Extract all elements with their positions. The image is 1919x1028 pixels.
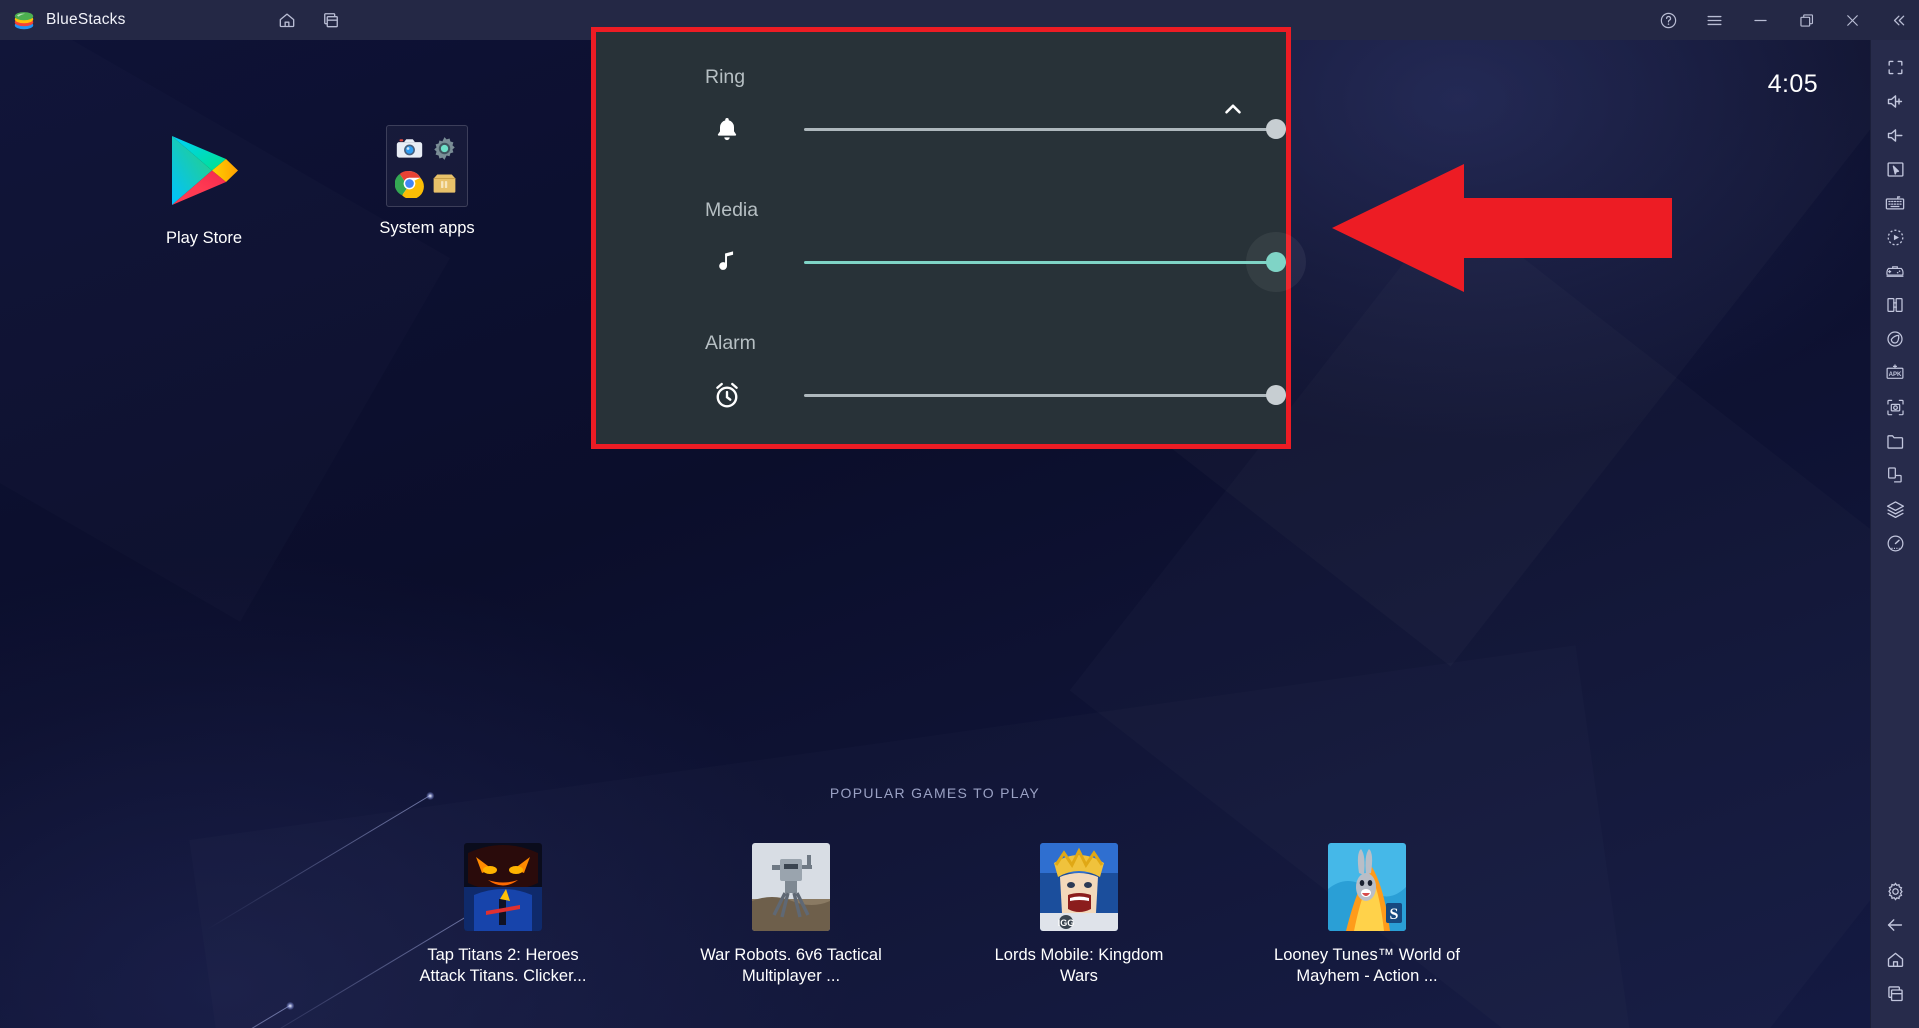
macro-recorder-icon[interactable] [1871,220,1919,254]
app-label: System apps [379,219,475,237]
volume-up-icon[interactable] [1871,84,1919,118]
play-store-icon [158,125,250,217]
game-title: Looney Tunes™ World of Mayhem - Action .… [1274,946,1460,985]
install-apk-icon[interactable]: APK [1871,356,1919,390]
volume-panel: Ring Media Alarm [596,32,1306,444]
svg-text:IGG: IGG [1058,918,1075,928]
fullscreen-icon[interactable] [1871,50,1919,84]
svg-text:S: S [1390,906,1399,923]
lords-mobile-art: IGG [1040,843,1118,931]
game-title: War Robots. 6v6 Tactical Multiplayer ... [700,946,882,985]
screenshot-icon[interactable] [1871,390,1919,424]
looney-tunes-art: S [1328,843,1406,931]
cursor-controls-icon[interactable] [1871,152,1919,186]
camera-icon [395,134,424,163]
rotate-screen-icon[interactable] [1871,458,1919,492]
popular-games-section: POPULAR GAMES TO PLAY Tap Titans 2: Hero… [0,785,1870,987]
gamepad-icon[interactable] [1871,254,1919,288]
volume-down-icon[interactable] [1871,118,1919,152]
slider-thumb[interactable] [1265,385,1286,405]
home-icon[interactable] [276,9,298,31]
volume-row-media [705,232,1306,292]
recent-apps-icon[interactable] [1871,976,1919,1010]
close-icon[interactable] [1841,9,1863,31]
eco-mode-icon[interactable] [1871,322,1919,356]
collapse-chevrons-icon[interactable] [1887,9,1909,31]
app-icon-system-apps[interactable]: System apps [347,125,507,238]
volume-row-alarm [705,373,1286,417]
home-icon[interactable] [1871,942,1919,976]
back-arrow-icon[interactable] [1871,908,1919,942]
volume-slider-alarm[interactable] [803,373,1286,417]
music-note-icon [705,240,749,284]
settings-gear-icon[interactable] [1871,874,1919,908]
volume-row-label-ring: Ring [705,66,746,88]
volume-row-label-alarm: Alarm [705,332,756,354]
popular-games-heading: POPULAR GAMES TO PLAY [829,785,1041,801]
maximize-icon[interactable] [1795,9,1817,31]
game-title: Lords Mobile: Kingdom Wars [994,946,1164,985]
slider-track [803,393,1286,397]
volume-panel-highlight: Ring Media Alarm [591,27,1306,449]
slider-track [803,260,1286,264]
slider-track [803,127,1286,131]
settings-gear-icon [430,134,459,163]
chrome-icon [394,169,424,200]
pointer-arrow [1332,162,1672,294]
performance-meter-icon[interactable] [1871,526,1919,560]
volume-slider-media[interactable] [803,232,1306,292]
help-icon[interactable] [1657,9,1679,31]
media-folder-icon[interactable] [1871,424,1919,458]
app-label: Play Store [165,229,243,247]
tap-titans-art [464,843,542,931]
svg-text:APK: APK [1889,372,1902,378]
volume-row-ring [705,107,1286,151]
slider-thumb[interactable] [1265,119,1286,139]
bell-icon [705,107,749,151]
minimize-icon[interactable] [1749,9,1771,31]
multi-instance-sync-icon[interactable] [1871,288,1919,322]
system-apps-folder-icon [386,125,468,207]
keyboard-icon[interactable] [1871,186,1919,220]
hamburger-menu-icon[interactable] [1703,9,1725,31]
app-icon-play-store[interactable]: Play Store [124,125,284,248]
bluestacks-sidebar: APK [1870,40,1919,1028]
status-bar-clock: 4:05 [1767,70,1818,98]
app-title: BlueStacks [46,11,126,28]
bluestacks-logo-icon [12,8,36,32]
volume-row-label-media: Media [705,199,759,221]
multi-instance-layers-icon[interactable] [1871,492,1919,526]
bluestacks-window: BlueStacks 4:05 Play Store System apps P… [0,0,1919,1028]
window-controls [1657,0,1909,40]
slider-thumb[interactable] [1265,252,1286,272]
alarm-clock-icon [705,373,749,417]
volume-slider-ring[interactable] [803,107,1286,151]
multi-instance-icon[interactable] [320,9,342,31]
game-card[interactable]: IGG Lords Mobile: Kingdom Wars [981,843,1177,987]
media-manager-icon [430,169,459,198]
game-card[interactable]: War Robots. 6v6 Tactical Multiplayer ... [693,843,889,987]
game-card[interactable]: S Looney Tunes™ World of Mayhem - Action… [1269,843,1465,987]
war-robots-art [752,843,830,931]
game-title: Tap Titans 2: Heroes Attack Titans. Clic… [419,946,587,985]
game-card[interactable]: Tap Titans 2: Heroes Attack Titans. Clic… [405,843,601,987]
